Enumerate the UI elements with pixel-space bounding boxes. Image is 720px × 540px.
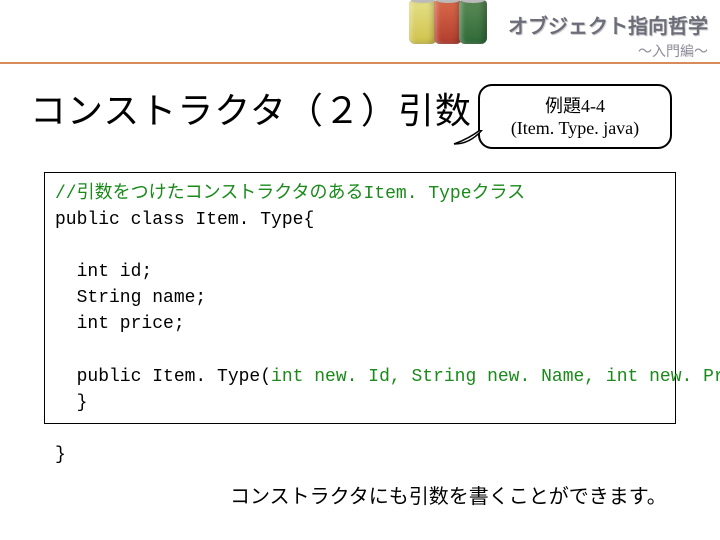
- series-header: オブジェクト指向哲学 ～入門編～: [508, 10, 708, 61]
- code-comment: //引数をつけたコンストラクタのあるItem. Typeクラス: [55, 184, 525, 204]
- code-params: int new. Id, String new. Name, int new. …: [271, 367, 720, 387]
- example-label: 例題4-4: [480, 92, 670, 118]
- can-icon: [459, 0, 487, 44]
- slide-title: コンストラクタ（２）引数: [30, 82, 472, 134]
- series-subtitle: ～入門編～: [508, 41, 708, 61]
- slide-footnote: コンストラクタにも引数を書くことができます。: [230, 480, 667, 509]
- code-line: int id;: [55, 262, 152, 282]
- callout-tail-icon: [452, 130, 484, 146]
- code-block: //引数をつけたコンストラクタのあるItem. Typeクラス public c…: [44, 172, 676, 424]
- code-line: int price;: [55, 314, 185, 334]
- can-illustration: [412, 0, 487, 44]
- code-line: }: [55, 445, 66, 465]
- can-icon: [409, 0, 437, 44]
- series-title: オブジェクト指向哲学: [508, 10, 708, 39]
- code-line: public class Item. Type{: [55, 210, 314, 230]
- can-icon: [434, 0, 462, 44]
- code-line: public Item. Type(: [55, 367, 271, 387]
- code-line: String name;: [55, 288, 206, 308]
- code-line: }: [55, 393, 87, 413]
- example-callout: 例題4-4 (Item. Type. java): [478, 84, 672, 149]
- example-filename: (Item. Type. java): [480, 118, 670, 139]
